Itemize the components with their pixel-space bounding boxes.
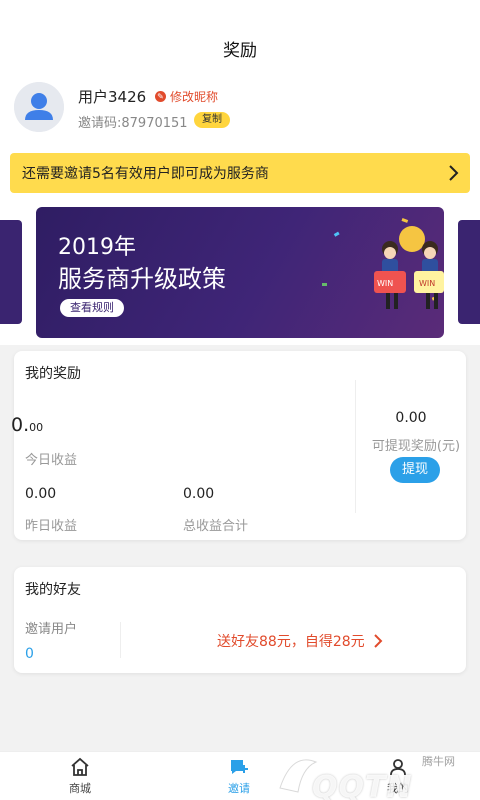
friends-title: 我的好友: [25, 582, 81, 598]
today-earnings-label: 今日收益: [25, 453, 78, 468]
svg-text:WIN: WIN: [377, 279, 393, 288]
avatar[interactable]: [14, 82, 64, 132]
page-title: 奖励: [223, 41, 257, 61]
pencil-icon: ✎: [155, 91, 166, 102]
yesterday-earnings-label: 昨日收益: [25, 519, 78, 534]
chevron-right-icon: [449, 165, 459, 181]
divider: [120, 622, 121, 658]
copy-button[interactable]: 复制: [194, 112, 230, 128]
user-avatar-icon: [14, 82, 64, 132]
notice-text: 还需要邀请5名有效用户即可成为服务商: [22, 166, 269, 182]
friends-card: 我的好友: [14, 567, 466, 673]
withdraw-button[interactable]: 提现: [390, 457, 440, 483]
home-icon: [71, 757, 89, 776]
promo-text: 送好友88元，自得28元: [217, 634, 365, 650]
watermark-text: QQTN: [312, 770, 413, 800]
edit-nickname-label: 修改昵称: [170, 90, 219, 104]
watermark-cn: 腾牛网: [422, 755, 455, 768]
tab-invite-label: 邀请: [228, 782, 250, 795]
invite-code: 邀请码:87970151: [78, 116, 188, 131]
tab-shop-label: 商城: [69, 782, 91, 795]
policy-banner[interactable]: 2019年 服务商升级政策 查看规则 WIN WIN: [36, 207, 444, 338]
today-earnings-value: 0.00: [11, 414, 44, 436]
withdrawable-value: 0.00: [395, 410, 427, 426]
view-rules-button[interactable]: 查看规则: [60, 299, 124, 317]
tab-shop[interactable]: 商城: [50, 756, 110, 796]
chevron-right-icon: [373, 634, 383, 648]
invited-users-label: 邀请用户: [25, 622, 78, 637]
win-win-illustration: WIN WIN: [322, 218, 444, 309]
invited-users-count[interactable]: 0: [25, 646, 34, 662]
yesterday-earnings-value: 0.00: [25, 486, 57, 502]
username: 用户3426: [78, 88, 147, 106]
invite-icon: [231, 760, 248, 774]
edit-nickname-link[interactable]: ✎ 修改昵称: [155, 88, 218, 105]
withdrawable-label: 可提现奖励(元): [371, 439, 461, 454]
svg-text:WIN: WIN: [419, 279, 435, 288]
banner-year: 2019年: [58, 235, 136, 260]
tab-invite[interactable]: 邀请: [209, 756, 269, 796]
rewards-title: 我的奖励: [25, 366, 81, 382]
total-earnings-value: 0.00: [183, 486, 215, 502]
banner-title: 服务商升级政策: [58, 265, 226, 293]
invite-promo-link[interactable]: 送好友88元，自得28元: [217, 631, 383, 651]
banner-prev-slide[interactable]: [0, 220, 22, 324]
upgrade-notice-bar[interactable]: 还需要邀请5名有效用户即可成为服务商: [10, 153, 470, 193]
total-earnings-label: 总收益合计: [183, 519, 249, 534]
banner-next-slide[interactable]: [458, 220, 480, 324]
